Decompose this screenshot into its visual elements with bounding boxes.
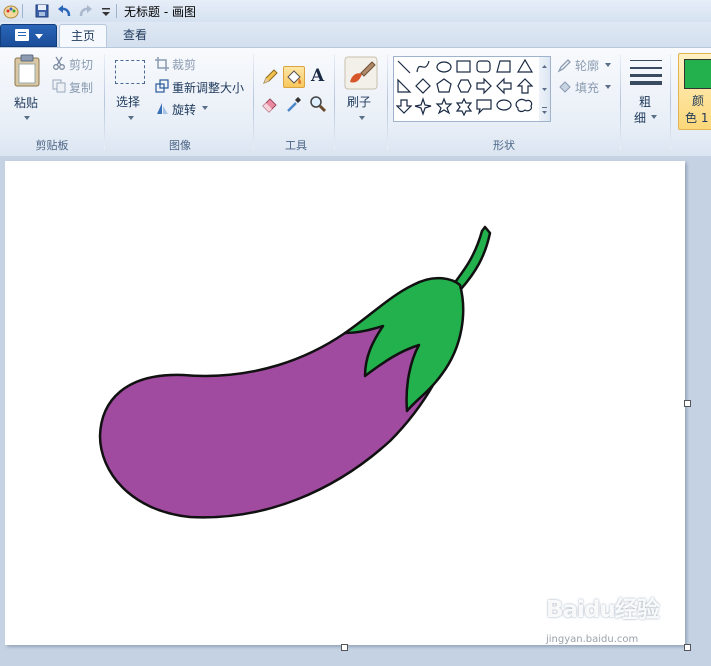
line-size-icon[interactable] bbox=[630, 58, 662, 86]
rectangle-shape-icon bbox=[456, 60, 471, 73]
outline-icon bbox=[557, 59, 571, 73]
curve-shape-icon bbox=[416, 60, 430, 73]
triangle-shape-icon bbox=[516, 58, 534, 73]
tab-view[interactable]: 查看 bbox=[112, 24, 158, 46]
shapes-group-label: 形状 bbox=[493, 139, 515, 152]
right-triangle-shape-icon bbox=[397, 78, 412, 93]
pencil-tool[interactable] bbox=[259, 66, 281, 88]
four-point-star-shape-icon bbox=[414, 97, 432, 116]
baidu-watermark-url: jingyan.baidu.com bbox=[546, 634, 639, 645]
color-1-swatch bbox=[684, 59, 711, 89]
canvas-resize-handle-bottom[interactable] bbox=[341, 644, 348, 651]
drawing-canvas[interactable] bbox=[5, 161, 685, 645]
fill-dropdown-icon[interactable] bbox=[605, 85, 611, 89]
crop-icon bbox=[155, 57, 169, 71]
eraser-icon bbox=[262, 98, 277, 113]
paint-menu-button[interactable] bbox=[0, 24, 57, 47]
copy-icon bbox=[52, 79, 66, 93]
gallery-scroll-arrows-icon bbox=[542, 65, 547, 114]
color-1-button[interactable]: 颜 色 1 bbox=[678, 53, 711, 130]
undo-icon[interactable] bbox=[56, 3, 72, 19]
up-arrow-shape-icon bbox=[516, 78, 534, 94]
magnifier-tool[interactable] bbox=[307, 93, 329, 115]
copy-button[interactable]: 复制 bbox=[69, 79, 93, 96]
select-dropdown-icon[interactable] bbox=[128, 116, 134, 120]
text-tool[interactable]: A bbox=[307, 66, 329, 88]
eraser-tool[interactable] bbox=[259, 93, 281, 115]
cloud-callout-shape-icon bbox=[515, 98, 533, 113]
eggplant-stem bbox=[451, 225, 492, 291]
tab-home[interactable]: 主页 bbox=[59, 24, 107, 47]
paste-dropdown-icon[interactable] bbox=[24, 116, 30, 120]
magnifier-icon bbox=[310, 96, 327, 113]
baidu-watermark-logo: Baidu经验 bbox=[546, 597, 660, 623]
diamond-shape-icon bbox=[415, 78, 431, 94]
crop-button[interactable]: 裁剪 bbox=[172, 56, 196, 73]
polygon-shape-icon bbox=[496, 60, 511, 73]
right-arrow-shape-icon bbox=[476, 77, 492, 95]
image-group-label: 图像 bbox=[169, 139, 191, 152]
fill-icon bbox=[287, 70, 302, 84]
oval-callout-shape-icon bbox=[496, 99, 512, 111]
clipboard-group-label: 剪贴板 bbox=[35, 139, 69, 152]
rotate-icon bbox=[157, 103, 168, 114]
rotate-button[interactable]: 旋转 bbox=[172, 101, 196, 118]
outline-dropdown-icon[interactable] bbox=[605, 63, 611, 67]
color-1-label-line1: 颜 bbox=[692, 94, 705, 108]
brushes-dropdown-icon[interactable] bbox=[359, 116, 365, 120]
title-bar: 无标题 - 画图 bbox=[0, 0, 711, 23]
cut-button[interactable]: 剪切 bbox=[69, 56, 93, 73]
window-title: 无标题 - 画图 bbox=[124, 5, 196, 19]
resize-button[interactable]: 重新调整大小 bbox=[172, 79, 244, 96]
six-point-star-shape-icon bbox=[455, 97, 473, 117]
tools-group-label: 工具 bbox=[285, 139, 307, 152]
paste-icon[interactable] bbox=[12, 54, 42, 88]
color-picker-icon bbox=[287, 97, 301, 112]
canvas-resize-handle-right[interactable] bbox=[684, 400, 691, 407]
select-icon[interactable] bbox=[115, 60, 145, 84]
eggplant-drawing bbox=[98, 225, 492, 519]
size-label-thick[interactable]: 粗 bbox=[639, 93, 651, 110]
ribbon-home: 粘贴 剪切 复制 剪贴板 选择 裁剪 重新调整大小 旋转 图像 A 工具 刷子 … bbox=[0, 47, 711, 157]
size-label-thin[interactable]: 细 bbox=[634, 109, 646, 126]
pencil-icon bbox=[263, 69, 278, 84]
chevron-down-icon bbox=[35, 34, 43, 39]
oval-shape-icon bbox=[436, 61, 452, 73]
brushes-button[interactable]: 刷子 bbox=[347, 93, 371, 110]
shapes-gallery-scroll[interactable] bbox=[539, 56, 551, 122]
hexagon-shape-icon bbox=[457, 79, 472, 93]
cut-icon bbox=[53, 56, 65, 70]
rounded-callout-shape-icon bbox=[476, 99, 492, 115]
paint-app-icon[interactable] bbox=[3, 3, 19, 19]
pentagon-shape-icon bbox=[436, 78, 452, 93]
baidu-watermark: Baidu经验 jingyan.baidu.com bbox=[546, 586, 696, 652]
fill-button[interactable]: 填充 bbox=[575, 79, 599, 96]
shapes-gallery-icons bbox=[395, 58, 534, 117]
save-icon[interactable] bbox=[34, 3, 50, 19]
shapes-gallery[interactable] bbox=[393, 56, 541, 122]
five-point-star-shape-icon bbox=[435, 97, 453, 115]
paste-button[interactable]: 粘贴 bbox=[14, 94, 38, 111]
brush-icon[interactable] bbox=[344, 56, 378, 90]
redo-icon[interactable] bbox=[78, 3, 94, 19]
fill-shape-icon bbox=[559, 81, 571, 93]
outline-button[interactable]: 轮廓 bbox=[575, 57, 599, 74]
color-picker-tool[interactable] bbox=[283, 93, 305, 115]
rounded-rectangle-shape-icon bbox=[476, 60, 491, 73]
color-1-label-line2: 色 1 bbox=[685, 111, 709, 125]
fill-tool[interactable] bbox=[283, 66, 305, 88]
rotate-dropdown-icon[interactable] bbox=[202, 106, 208, 110]
resize-icon bbox=[155, 79, 169, 93]
down-arrow-shape-icon bbox=[395, 99, 413, 114]
left-arrow-shape-icon bbox=[496, 77, 512, 95]
select-button[interactable]: 选择 bbox=[116, 93, 140, 110]
text-icon: A bbox=[311, 66, 325, 86]
line-shape-icon bbox=[397, 60, 411, 74]
size-dropdown-icon[interactable] bbox=[651, 115, 657, 119]
document-icon bbox=[15, 29, 29, 41]
customize-toolbar-icon[interactable] bbox=[98, 3, 114, 19]
